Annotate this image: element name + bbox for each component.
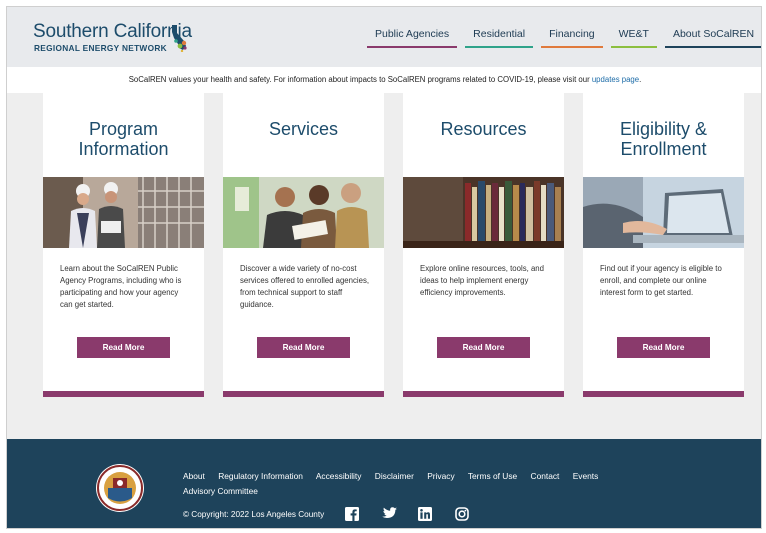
card-title: Resources (403, 119, 564, 139)
site-footer: About Regulatory Information Accessibili… (7, 439, 761, 528)
card-services: Services Discover a wide variety of no-c… (223, 93, 384, 397)
bookshelf-photo (403, 177, 564, 248)
card-program-information: Program Information Learn about the SoCa… (43, 93, 204, 397)
footer-link-accessibility[interactable]: Accessibility (316, 471, 362, 481)
card-title: Program Information (43, 119, 204, 159)
read-more-button[interactable]: Read More (77, 337, 170, 358)
twitter-icon[interactable] (381, 507, 397, 521)
linkedin-icon[interactable] (418, 507, 432, 521)
updates-page-link[interactable]: updates page (592, 75, 639, 84)
card-description: Find out if your agency is eligible to e… (600, 264, 722, 297)
socalren-logo[interactable]: Southern California REGIONAL ENERGY NETW… (33, 21, 203, 55)
read-more-button[interactable]: Read More (437, 337, 530, 358)
card-title-line2: Information (78, 139, 169, 159)
card-resources: Resources Explore online resources, tool… (403, 93, 564, 397)
nav-public-agencies[interactable]: Public Agencies (367, 27, 458, 48)
footer-links: About Regulatory Information Accessibili… (183, 469, 643, 499)
site-header: Southern California REGIONAL ENERGY NETW… (7, 7, 761, 67)
california-map-icon (172, 25, 187, 52)
card-title-line1: Eligibility & (619, 119, 708, 139)
card-title: Eligibility & Enrollment (583, 119, 744, 159)
logo-text-bottom: REGIONAL ENERGY NETWORK (34, 43, 167, 53)
footer-link-disclaimer[interactable]: Disclaimer (375, 471, 414, 481)
card-title-line2: Enrollment (620, 139, 707, 159)
team-meeting-photo (223, 177, 384, 248)
notice-text: SoCalREN values your health and safety. … (128, 75, 590, 84)
card-eligibility-enrollment: Eligibility & Enrollment Find out if you… (583, 93, 744, 397)
laptop-typing-photo (583, 177, 744, 248)
los-angeles-county-seal-icon (96, 464, 144, 512)
instagram-icon[interactable] (455, 507, 469, 521)
nav-about[interactable]: About SoCalREN (664, 27, 761, 48)
footer-link-advisory-committee[interactable]: Advisory Committee (183, 486, 258, 496)
nav-wet[interactable]: WE&T (610, 27, 657, 48)
read-more-button[interactable]: Read More (617, 337, 710, 358)
notice-end: . (639, 75, 642, 84)
card-description: Learn about the SoCalREN Public Agency P… (60, 264, 182, 309)
footer-link-regulatory[interactable]: Regulatory Information (218, 471, 303, 481)
facebook-icon[interactable] (345, 507, 359, 521)
card-title-line1: Program (88, 119, 159, 139)
card-title-line1: Services (268, 119, 339, 139)
nav-residential[interactable]: Residential (465, 27, 534, 48)
read-more-button[interactable]: Read More (257, 337, 350, 358)
nav-financing[interactable]: Financing (541, 27, 603, 48)
footer-link-privacy[interactable]: Privacy (427, 471, 454, 481)
card-description: Explore online resources, tools, and ide… (420, 264, 544, 297)
covid-notice: SoCalREN values your health and safety. … (7, 67, 761, 93)
card-description: Discover a wide variety of no-cost servi… (240, 264, 370, 309)
main-nav: Public Agencies Residential Financing WE… (367, 27, 761, 51)
footer-link-about[interactable]: About (183, 471, 205, 481)
engineers-photo (43, 177, 204, 248)
card-title: Services (223, 119, 384, 139)
footer-link-events[interactable]: Events (573, 471, 599, 481)
footer-link-contact[interactable]: Contact (531, 471, 560, 481)
card-title-line1: Resources (440, 119, 527, 139)
copyright-text: © Copyright: 2022 Los Angeles County (183, 510, 325, 519)
footer-link-terms[interactable]: Terms of Use (468, 471, 517, 481)
page: Southern California REGIONAL ENERGY NETW… (6, 6, 762, 529)
